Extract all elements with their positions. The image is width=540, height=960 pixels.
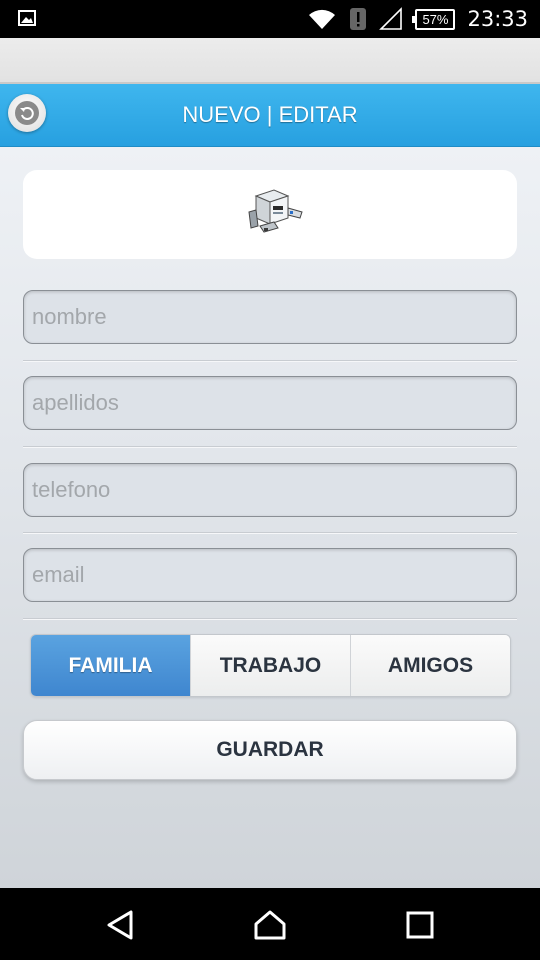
alert-icon xyxy=(350,8,367,30)
email-field[interactable] xyxy=(23,548,517,602)
save-button[interactable]: GUARDAR xyxy=(23,720,517,780)
divider xyxy=(23,618,517,620)
header-bar: NUEVO | EDITAR xyxy=(0,84,540,147)
photo-card[interactable] xyxy=(23,170,517,259)
page-title: NUEVO | EDITAR xyxy=(182,102,358,127)
signal-icon xyxy=(379,7,403,30)
group-option-familia[interactable]: FAMILIA xyxy=(31,635,190,696)
recents-square-icon[interactable] xyxy=(403,908,437,942)
divider xyxy=(23,446,517,448)
status-bar: 57% 23:33 xyxy=(0,0,540,38)
back-button[interactable] xyxy=(8,94,46,132)
divider xyxy=(23,532,517,534)
divider xyxy=(23,360,517,362)
nombre-field[interactable] xyxy=(23,290,517,344)
apellidos-field[interactable] xyxy=(23,376,517,430)
home-icon[interactable] xyxy=(253,908,287,942)
back-arrow-icon xyxy=(15,101,39,125)
group-selector: FAMILIA TRABAJO AMIGOS xyxy=(30,634,511,697)
clock: 23:33 xyxy=(467,7,528,31)
battery-icon: 57% xyxy=(412,8,456,30)
browser-toolbar xyxy=(0,38,540,84)
navigation-bar xyxy=(0,888,540,960)
group-option-trabajo[interactable]: TRABAJO xyxy=(190,635,350,696)
form-content: FAMILIA TRABAJO AMIGOS GUARDAR xyxy=(0,147,540,888)
fax-machine-icon xyxy=(248,189,303,233)
image-icon xyxy=(18,10,36,26)
wifi-icon xyxy=(309,9,336,29)
group-option-amigos[interactable]: AMIGOS xyxy=(350,635,510,696)
telefono-field[interactable] xyxy=(23,463,517,517)
battery-level: 57% xyxy=(422,11,449,27)
back-triangle-icon[interactable] xyxy=(104,908,138,942)
